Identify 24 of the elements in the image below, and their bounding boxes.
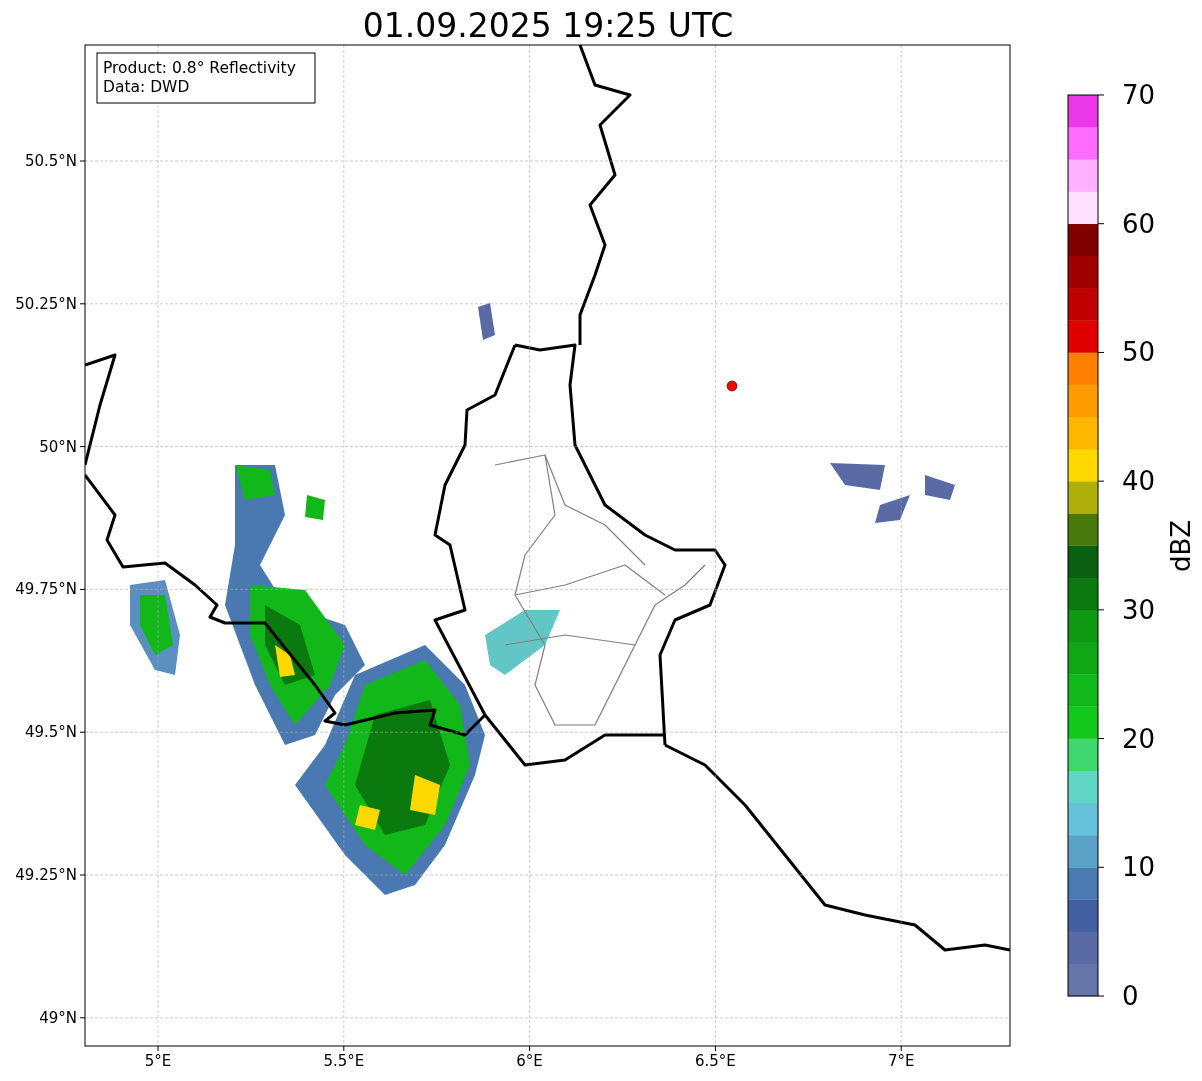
colorbar-tick-label: 40 bbox=[1122, 466, 1156, 497]
tick-label: 5°E bbox=[144, 1052, 172, 1070]
tick-label: 7°E bbox=[887, 1052, 915, 1070]
tick-label: 49.75°N bbox=[15, 580, 77, 599]
colorbar-tick-label: 70 bbox=[1122, 80, 1156, 110]
colorbar-tick-label: 50 bbox=[1122, 337, 1156, 368]
colorbar-tick-label: 60 bbox=[1122, 208, 1156, 239]
colorbar-tick-label: 10 bbox=[1122, 852, 1156, 883]
tick-label: 50°N bbox=[39, 437, 77, 456]
info-text: Data: DWD bbox=[103, 78, 190, 96]
colorbar-tick-label: 20 bbox=[1122, 723, 1156, 754]
chart-title: 01.09.2025 19:25 UTC bbox=[362, 6, 734, 45]
tick-label: 49°N bbox=[39, 1008, 77, 1027]
tick-label: 6.5°E bbox=[695, 1052, 736, 1070]
tick-label: 50.5°N bbox=[24, 152, 77, 170]
tick-label: 50.25°N bbox=[15, 294, 77, 313]
tick-label: 49.25°N bbox=[15, 866, 77, 884]
colorbar-tick-label: 30 bbox=[1122, 594, 1156, 625]
colorbar-label: dBZ bbox=[1166, 519, 1196, 573]
info-text: Product: 0.8° Reflectivity bbox=[103, 59, 296, 77]
tick-label: 49.5°N bbox=[24, 723, 77, 742]
tick-label: 6°E bbox=[516, 1052, 543, 1070]
tick-label: 5.5°E bbox=[323, 1052, 365, 1070]
colorbar-tick-label: 0 bbox=[1122, 981, 1139, 1011]
